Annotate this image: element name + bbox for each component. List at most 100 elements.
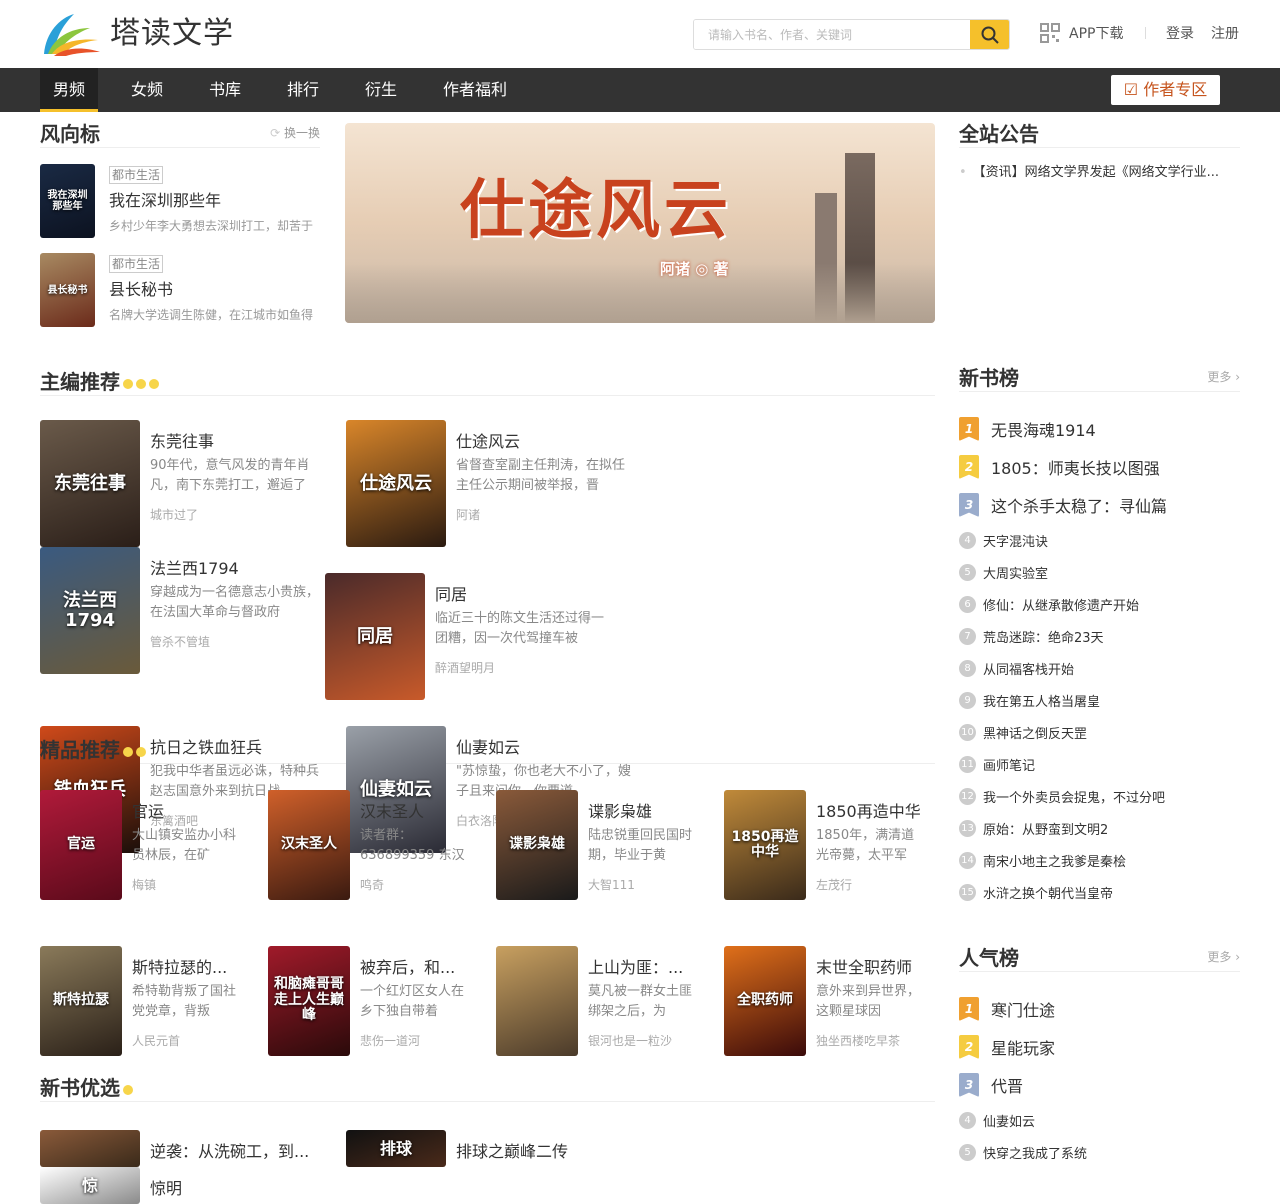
book-author[interactable]: 管杀不管埴	[150, 634, 325, 650]
book-cover[interactable]: 同居	[325, 573, 425, 700]
book-title[interactable]: 被弃后，和...	[360, 957, 466, 979]
notice-item[interactable]: • 【资讯】网络文学界发起《网络文学行业...	[959, 164, 1240, 182]
book-cover[interactable]: 我在深圳那些年	[40, 164, 95, 238]
book-cover[interactable]: 排球	[346, 1130, 446, 1167]
rank-item[interactable]: 14 南宋小地主之我爹是秦桧	[959, 844, 1240, 876]
book-author[interactable]: 大智111	[588, 877, 694, 893]
nav-item-female[interactable]: 女频	[118, 68, 176, 112]
rank-item[interactable]: 1 无畏海魂1914	[959, 410, 1240, 448]
rank-item[interactable]: 12 我一个外卖员会捉鬼，不过分吧	[959, 780, 1240, 812]
book-title[interactable]: 末世全职药师	[816, 957, 922, 979]
rank-item[interactable]: 6 修仙：从继承散修遗产开始	[959, 588, 1240, 620]
book-author[interactable]: 城市过了	[150, 507, 325, 523]
rank-item[interactable]: 13 原始：从野蛮到文明2	[959, 812, 1240, 844]
book-author[interactable]: 银河也是一粒沙	[588, 1033, 694, 1049]
book-title[interactable]: 上山为匪：...	[588, 957, 694, 979]
search-input[interactable]	[694, 20, 970, 49]
newrank-more-link[interactable]: 更多 ›	[1207, 369, 1240, 385]
book-title[interactable]: 汉末圣人	[360, 801, 466, 823]
search-button[interactable]	[970, 20, 1009, 49]
book-card[interactable]: 官运 官运 大山镇安监办小科员林辰，在矿 梅镇	[40, 790, 268, 916]
refresh-button[interactable]: ⟳ 换一换	[270, 125, 320, 141]
book-title[interactable]: 惊明	[150, 1178, 325, 1200]
login-link[interactable]: 登录	[1166, 25, 1194, 43]
book-cover[interactable]: 谍影枭雄	[496, 790, 578, 900]
vane-item[interactable]: 县长秘书 都市生活 县长秘书 名牌大学选调生陈健，在江城市如鱼得	[40, 253, 320, 342]
book-card[interactable]: 1850再造中华 1850再造中华 1850年，满清道光帝薨，太平军 左茂行	[724, 790, 922, 916]
rank-item[interactable]: 8 从同福客栈开始	[959, 652, 1240, 684]
book-title[interactable]: 官运	[132, 801, 238, 823]
genre-tag[interactable]: 都市生活	[109, 166, 164, 184]
book-author[interactable]: 独坐西楼吃早茶	[816, 1033, 922, 1049]
rank-item[interactable]: 9 我在第五人格当屠皇	[959, 684, 1240, 716]
qr-code-icon[interactable]	[1040, 23, 1060, 43]
book-cover[interactable]: 全职药师	[724, 945, 806, 1056]
book-card[interactable]: 逆袭：从洗碗工，到...	[40, 1130, 346, 1167]
book-card[interactable]: 上山为匪：... 莫凡被一群女土匪绑架之后，为 银河也是一粒沙	[496, 945, 724, 1072]
book-author[interactable]: 阿诸	[456, 507, 631, 523]
nav-item-author-benefits[interactable]: 作者福利	[430, 68, 520, 112]
book-title[interactable]: 仕途风云	[456, 431, 631, 453]
rank-item[interactable]: 2 1805：师夷长技以图强	[959, 448, 1240, 486]
author-zone-button[interactable]: ☑ 作者专区	[1111, 75, 1220, 105]
book-cover[interactable]: 仕途风云	[346, 420, 446, 547]
book-title[interactable]: 斯特拉瑟的...	[132, 957, 238, 979]
book-cover[interactable]: 和脑瘫哥哥走上人生巅峰	[268, 945, 350, 1056]
book-author[interactable]: 梅镇	[132, 877, 238, 893]
rank-item[interactable]: 5 快穿之我成了系统	[959, 1136, 1240, 1168]
book-cover[interactable]: 斯特拉瑟	[40, 945, 122, 1056]
book-author[interactable]: 醉酒望明月	[435, 660, 610, 676]
rank-item[interactable]: 2 星能玩家	[959, 1028, 1240, 1066]
register-link[interactable]: 注册	[1211, 25, 1239, 43]
book-title[interactable]: 抗日之铁血狂兵	[150, 737, 325, 759]
poprank-more-link[interactable]: 更多 ›	[1207, 949, 1240, 965]
book-card[interactable]: 和脑瘫哥哥走上人生巅峰 被弃后，和... 一个红灯区女人在乡下独自带着 悲伤一道河	[268, 945, 496, 1072]
book-title[interactable]: 同居	[435, 584, 610, 606]
rank-item[interactable]: 4 天字混沌诀	[959, 524, 1240, 556]
genre-tag[interactable]: 都市生活	[109, 255, 164, 273]
logo-text[interactable]: 塔读文学	[110, 14, 234, 54]
rank-item[interactable]: 7 荒岛迷踪：绝命23天	[959, 620, 1240, 652]
book-title[interactable]: 仙妻如云	[456, 737, 631, 759]
nav-item-derivative[interactable]: 衍生	[352, 68, 410, 112]
rank-item[interactable]: 10 黑神话之倒反天罡	[959, 716, 1240, 748]
book-title[interactable]: 东莞往事	[150, 431, 325, 453]
nav-item-library[interactable]: 书库	[196, 68, 254, 112]
book-title[interactable]: 1850再造中华	[816, 801, 922, 823]
book-author[interactable]: 人民元首	[132, 1033, 238, 1049]
book-cover[interactable]: 1850再造中华	[724, 790, 806, 900]
book-cover[interactable]: 东莞往事	[40, 420, 140, 547]
book-card[interactable]: 斯特拉瑟 斯特拉瑟的... 希特勒背叛了国社党党章，背叛 人民元首	[40, 945, 268, 1072]
book-card[interactable]: 同居 同居 临近三十的陈文生活还过得一团糟，因一次代驾撞车被 醉酒望明月	[325, 573, 631, 700]
rank-item[interactable]: 5 大周实验室	[959, 556, 1240, 588]
book-cover[interactable]	[496, 945, 578, 1056]
book-card[interactable]: 排球 排球之巅峰二传	[346, 1130, 652, 1167]
rank-item[interactable]: 15 水浒之换个朝代当皇帝	[959, 876, 1240, 908]
book-cover[interactable]: 官运	[40, 790, 122, 900]
vane-item[interactable]: 我在深圳那些年 都市生活 我在深圳那些年 乡村少年李大勇想去深圳打工，却苦于	[40, 164, 320, 253]
book-title[interactable]: 谍影枭雄	[588, 801, 694, 823]
book-title[interactable]: 县长秘书	[109, 279, 313, 301]
book-author[interactable]: 左茂行	[816, 877, 922, 893]
book-card[interactable]: 谍影枭雄 谍影枭雄 陆忠锐重回民国时期，毕业于黄 大智111	[496, 790, 724, 916]
book-cover[interactable]	[40, 1130, 140, 1167]
rank-item[interactable]: 11 画师笔记	[959, 748, 1240, 780]
rank-item[interactable]: 1 寒门仕途	[959, 990, 1240, 1028]
book-title[interactable]: 排球之巅峰二传	[456, 1141, 631, 1163]
app-download-link[interactable]: APP下载	[1069, 25, 1123, 43]
book-author[interactable]: 悲伤一道河	[360, 1033, 466, 1049]
rank-item[interactable]: 3 这个杀手太稳了：寻仙篇	[959, 486, 1240, 524]
book-cover[interactable]: 县长秘书	[40, 253, 95, 327]
book-card[interactable]: 仕途风云 仕途风云 省督查室副主任荆涛，在拟任主任公示期间被举报，晋 阿诸	[346, 420, 652, 547]
book-cover[interactable]: 惊	[40, 1167, 140, 1204]
book-card[interactable]: 东莞往事 东莞往事 90年代，意气风发的青年肖凡，南下东莞打工，邂逅了 城市过了	[40, 420, 346, 547]
book-card[interactable]: 全职药师 末世全职药师 意外来到异世界，这颗星球因 独坐西楼吃早茶	[724, 945, 922, 1072]
rank-item[interactable]: 4 仙妻如云	[959, 1104, 1240, 1136]
book-title[interactable]: 逆袭：从洗碗工，到...	[150, 1141, 325, 1163]
book-card[interactable]: 汉末圣人 汉末圣人 读者群：636899359 东汉 鸣奇	[268, 790, 496, 916]
rank-item[interactable]: 3 代晋	[959, 1066, 1240, 1104]
book-cover[interactable]: 法兰西1794	[40, 547, 140, 674]
book-cover[interactable]: 汉末圣人	[268, 790, 350, 900]
book-title[interactable]: 法兰西1794	[150, 558, 325, 580]
book-card[interactable]: 惊 惊明	[40, 1167, 325, 1204]
